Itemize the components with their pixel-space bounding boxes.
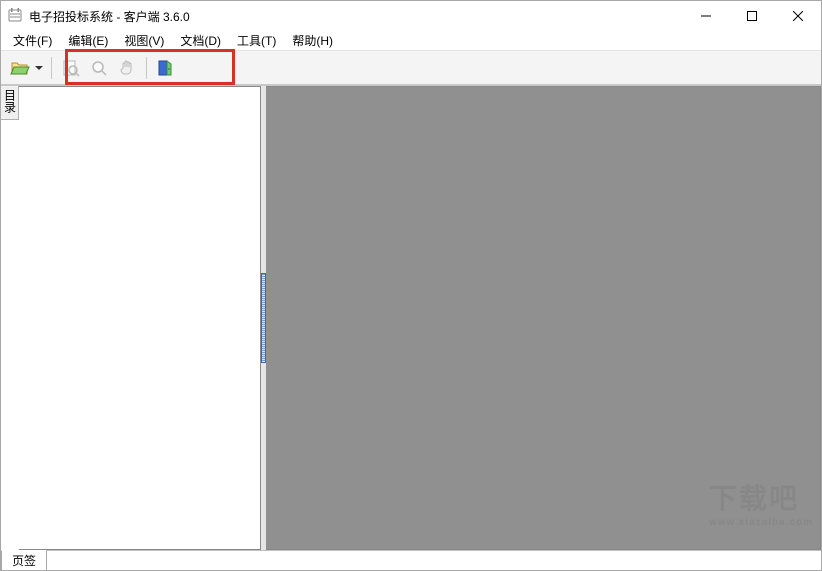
title-bar-left: 电子招投标系统 - 客户端 3.6.0: [1, 8, 190, 25]
menu-bar: 文件(F) 编辑(E) 视图(V) 文档(D) 工具(T) 帮助(H): [1, 31, 821, 51]
splitter-handle-icon: [261, 273, 266, 363]
zoom-button[interactable]: [86, 55, 112, 81]
bottom-tab-pages[interactable]: 页签: [1, 550, 47, 571]
sidebar-tab-directory[interactable]: 目录: [1, 86, 19, 120]
title-bar: 电子招投标系统 - 客户端 3.6.0: [1, 1, 821, 31]
app-window: 电子招投标系统 - 客户端 3.6.0 文件(F) 编辑(E) 视图(V) 文档…: [0, 0, 822, 571]
sidebar-tab-label: 目录: [3, 89, 17, 113]
toolbar-separator: [51, 57, 52, 79]
content-area: 目录 下载吧 www.xiazaiba.com: [1, 85, 821, 550]
splitter[interactable]: [261, 86, 266, 550]
open-dropdown-arrow[interactable]: [33, 55, 45, 81]
bottom-tab-label: 页签: [12, 554, 36, 568]
pan-hand-button[interactable]: [114, 55, 140, 81]
menu-view[interactable]: 视图(V): [116, 30, 172, 51]
menu-doc[interactable]: 文档(D): [172, 30, 229, 51]
menu-file[interactable]: 文件(F): [5, 30, 60, 51]
close-button[interactable]: [775, 1, 821, 31]
maximize-button[interactable]: [729, 1, 775, 31]
directory-pane: [19, 86, 261, 550]
menu-tool[interactable]: 工具(T): [229, 30, 284, 51]
menu-edit[interactable]: 编辑(E): [60, 30, 116, 51]
app-icon: [7, 8, 23, 24]
menu-help[interactable]: 帮助(H): [284, 30, 341, 51]
bottom-bar: 页签: [1, 550, 821, 570]
toolbar: [1, 51, 821, 85]
window-controls: [683, 1, 821, 31]
open-dropdown[interactable]: [7, 55, 45, 81]
open-folder-button[interactable]: [7, 55, 33, 81]
window-title: 电子招投标系统 - 客户端 3.6.0: [29, 8, 190, 25]
document-viewport: [266, 86, 821, 550]
minimize-button[interactable]: [683, 1, 729, 31]
zoom-to-page-button[interactable]: [58, 55, 84, 81]
exit-button[interactable]: [153, 55, 179, 81]
toolbar-separator: [146, 57, 147, 79]
